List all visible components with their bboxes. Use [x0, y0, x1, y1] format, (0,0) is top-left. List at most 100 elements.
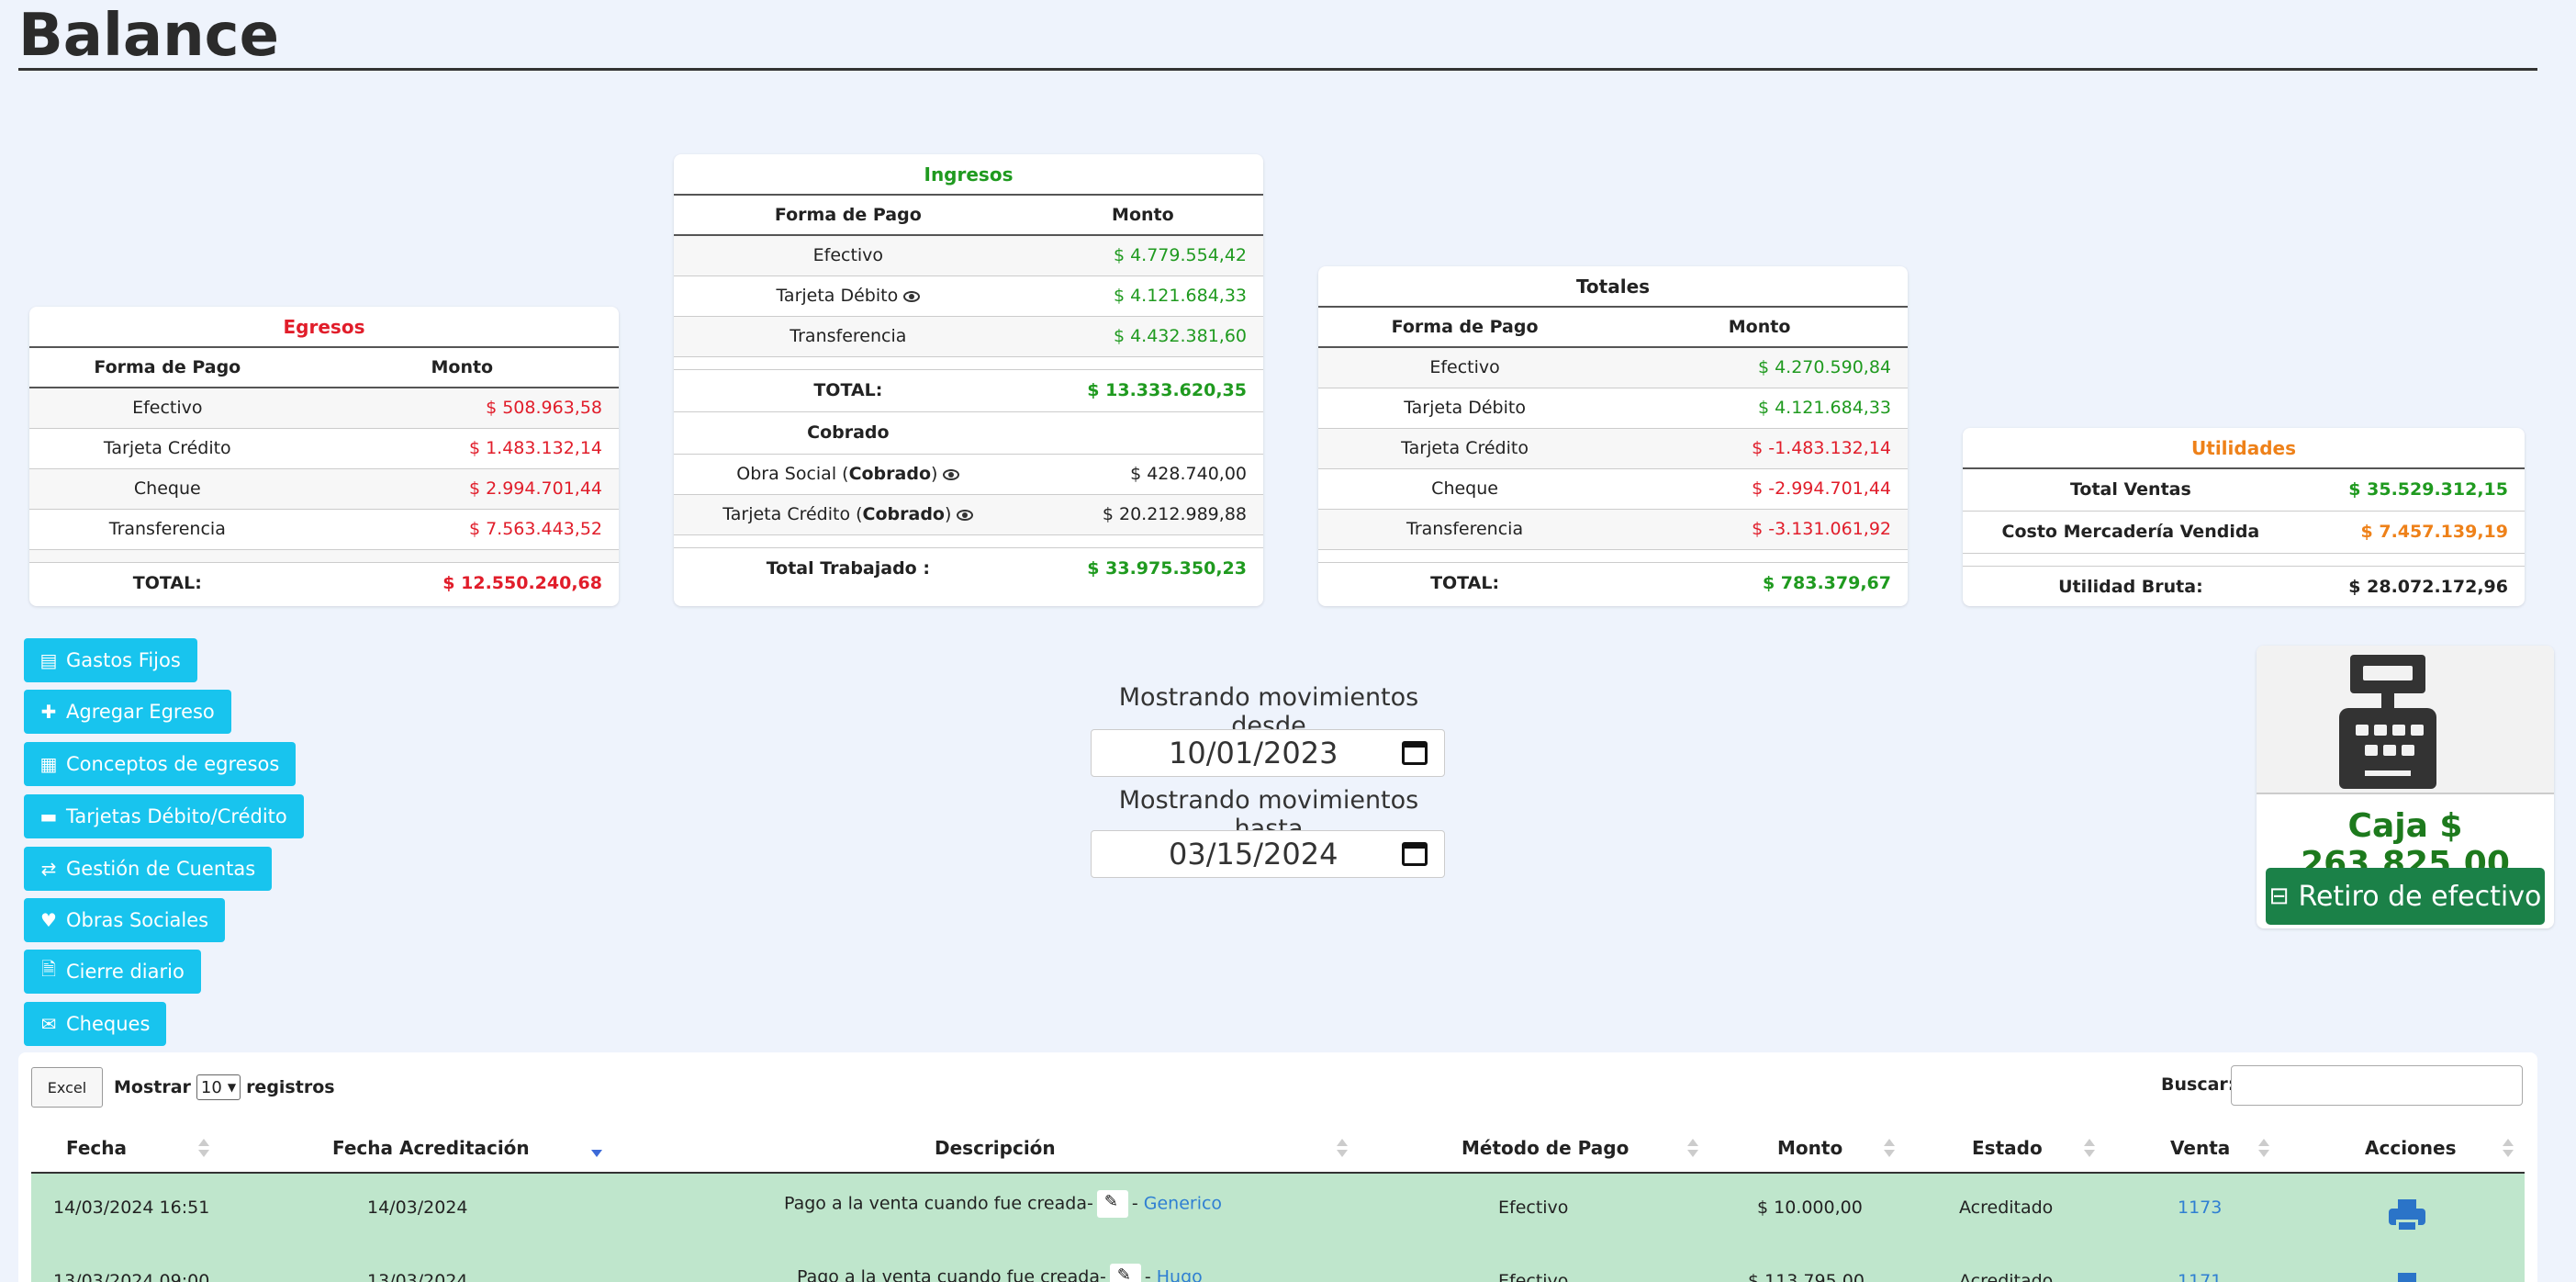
forma-cell: Transferencia — [674, 316, 1023, 357]
col-descripcion[interactable]: Descripción — [935, 1137, 1056, 1159]
table-row: Total Ventas $ 35.529.312,15 — [1963, 468, 2525, 512]
buscar-label: Buscar: — [2161, 1074, 2235, 1095]
cheques-button[interactable]: ✉ Cheques — [24, 1002, 167, 1046]
file-icon: 🗎 — [40, 958, 57, 980]
page-length-control: Mostrar 10 ▼ registros — [114, 1074, 335, 1100]
calendar-icon[interactable] — [1402, 842, 1428, 866]
table-row: Transferencia $ 7.563.443,52 — [29, 509, 619, 550]
conceptos-egresos-button[interactable]: ▦ Conceptos de egresos — [24, 742, 297, 786]
hasta-date-value: 03/15/2024 — [1169, 837, 1338, 872]
sort-icon[interactable] — [2258, 1139, 2269, 1159]
col-estado[interactable]: Estado — [1972, 1137, 2043, 1159]
printer-icon[interactable] — [2389, 1199, 2425, 1232]
acreditacion-cell: 13/03/2024 — [367, 1271, 468, 1282]
totales-col-forma: Forma de Pago — [1318, 307, 1612, 348]
forma-cell: Cheque — [29, 468, 306, 510]
egresos-total-label: TOTAL: — [132, 573, 202, 594]
ingresos-total-label: TOTAL: — [674, 369, 1023, 412]
forma-cell: Transferencia — [1318, 509, 1612, 550]
gestion-cuentas-button[interactable]: ⇄ Gestión de Cuentas — [24, 847, 273, 891]
obras-sociales-button[interactable]: ♥ Obras Sociales — [24, 898, 226, 942]
button-label: Gestión de Cuentas — [66, 858, 256, 880]
descripcion-text: Pago a la venta cuando fue creada- — [797, 1266, 1106, 1282]
retiro-efectivo-button[interactable]: ⊟ Retiro de efectivo — [2266, 868, 2545, 925]
egresos-total-value: $ 12.550.240,68 — [442, 573, 602, 594]
table-row: Tarjeta Crédito $ -1.483.132,14 — [1318, 428, 1908, 469]
desde-date-input[interactable]: 10/01/2023 — [1091, 729, 1445, 777]
cierre-diario-button[interactable]: 🗎 Cierre diario — [24, 950, 201, 994]
pencil-icon[interactable] — [1109, 1264, 1141, 1282]
utilidad-value: $ 35.529.312,15 — [2298, 468, 2525, 512]
printer-icon[interactable] — [2389, 1273, 2425, 1282]
ingresos-total-value: $ 13.333.620,35 — [1022, 369, 1263, 412]
sort-icon[interactable] — [198, 1139, 209, 1159]
forma-suffix: ) — [944, 504, 952, 524]
sort-icon[interactable] — [1337, 1139, 1348, 1159]
table-row: Transferencia $ -3.131.061,92 — [1318, 509, 1908, 550]
list-icon: ▦ — [39, 753, 58, 775]
venta-link[interactable]: 1173 — [2178, 1198, 2222, 1218]
button-label: Conceptos de egresos — [66, 753, 280, 775]
descripcion-cell: Pago a la venta cuando fue creada-- Gene… — [784, 1190, 1222, 1218]
sort-icon[interactable] — [2084, 1139, 2095, 1159]
chevron-down-icon: ▼ — [227, 1081, 237, 1094]
col-metodo-pago[interactable]: Método de Pago — [1462, 1137, 1629, 1159]
tarjetas-button[interactable]: ▬ Tarjetas Débito/Crédito — [24, 794, 304, 838]
sort-icon[interactable] — [1884, 1139, 1895, 1159]
forma-cell: Cheque — [1318, 468, 1612, 510]
eye-icon[interactable] — [957, 509, 974, 521]
forma-cell: Efectivo — [674, 235, 1023, 276]
forma-bold: Cobrado — [862, 504, 945, 524]
forma-cell: Efectivo — [29, 388, 306, 429]
col-acciones[interactable]: Acciones — [2365, 1137, 2457, 1159]
forma-cell: Tarjeta Débito — [674, 276, 1023, 317]
forma-cell: Obra Social (Cobrado) — [674, 454, 1023, 495]
monto-cell: $ -3.131.061,92 — [1611, 509, 1908, 550]
forma-prefix: Tarjeta Crédito ( — [722, 504, 863, 524]
fecha-cell: 13/03/2024 09:00 — [53, 1271, 210, 1282]
hasta-date-input[interactable]: 03/15/2024 — [1091, 830, 1445, 878]
eye-icon[interactable] — [943, 468, 960, 480]
venta-link[interactable]: 1171 — [2178, 1271, 2222, 1282]
agregar-egreso-button[interactable]: ✚ Agregar Egreso — [24, 690, 231, 734]
eye-icon[interactable] — [903, 290, 921, 302]
button-label: Retiro de efectivo — [2298, 880, 2542, 913]
calendar-icon[interactable] — [1402, 741, 1428, 765]
cliente-link[interactable]: Hugo — [1157, 1267, 1203, 1282]
table-row: Tarjeta Crédito (Cobrado) $ 20.212.989,88 — [674, 494, 1263, 535]
gastos-fijos-button[interactable]: ▤ Gastos Fijos — [24, 638, 197, 682]
monto-cell: $ 508.963,58 — [305, 388, 619, 429]
credit-card-icon: ▬ — [39, 805, 58, 827]
button-label: Agregar Egreso — [66, 701, 215, 723]
pencil-icon[interactable] — [1096, 1190, 1128, 1218]
col-fecha[interactable]: Fecha — [66, 1137, 127, 1159]
search-input[interactable] — [2231, 1065, 2523, 1106]
sort-icon[interactable] — [2503, 1139, 2514, 1159]
cash-register-icon: ⊟ — [2268, 883, 2290, 910]
ingresos-title: Ingresos — [674, 154, 1263, 196]
egresos-col-forma: Forma de Pago — [29, 347, 306, 388]
page-length-select[interactable]: 10 ▼ — [196, 1074, 241, 1100]
sort-desc-icon[interactable] — [591, 1139, 602, 1159]
forma-bold: Cobrado — [848, 464, 932, 484]
monto-cell: $ 4.121.684,33 — [1022, 276, 1263, 317]
monto-cell: $ 7.563.443,52 — [305, 509, 619, 550]
metodo-cell: Efectivo — [1498, 1271, 1569, 1282]
monto-cell: $ 20.212.989,88 — [1022, 494, 1263, 535]
monto-cell: $ 113.795,00 — [1748, 1271, 1865, 1282]
monto-cell: $ 10.000,00 — [1757, 1198, 1863, 1218]
col-monto[interactable]: Monto — [1777, 1137, 1842, 1159]
excel-button[interactable]: Excel — [31, 1067, 103, 1108]
monto-cell: $ 2.994.701,44 — [305, 468, 619, 510]
totales-card: Totales Forma de Pago Monto Efectivo $ 4.2… — [1318, 266, 1908, 606]
utilidad-bruta-label: Utilidad Bruta: — [2058, 577, 2203, 598]
cliente-link[interactable]: Generico — [1144, 1194, 1222, 1214]
table-row: Costo Mercadería Vendida $ 7.457.139,19 — [1963, 511, 2525, 554]
col-fecha-acreditacion[interactable]: Fecha Acreditación — [332, 1137, 530, 1159]
table-icon: ▤ — [39, 649, 58, 671]
table-row: Obra Social (Cobrado) $ 428.740,00 — [674, 454, 1263, 495]
button-label: Tarjetas Débito/Crédito — [66, 805, 287, 827]
totales-total-value: $ 783.379,67 — [1762, 573, 1891, 594]
col-venta[interactable]: Venta — [2170, 1137, 2230, 1159]
sort-icon[interactable] — [1687, 1139, 1698, 1159]
